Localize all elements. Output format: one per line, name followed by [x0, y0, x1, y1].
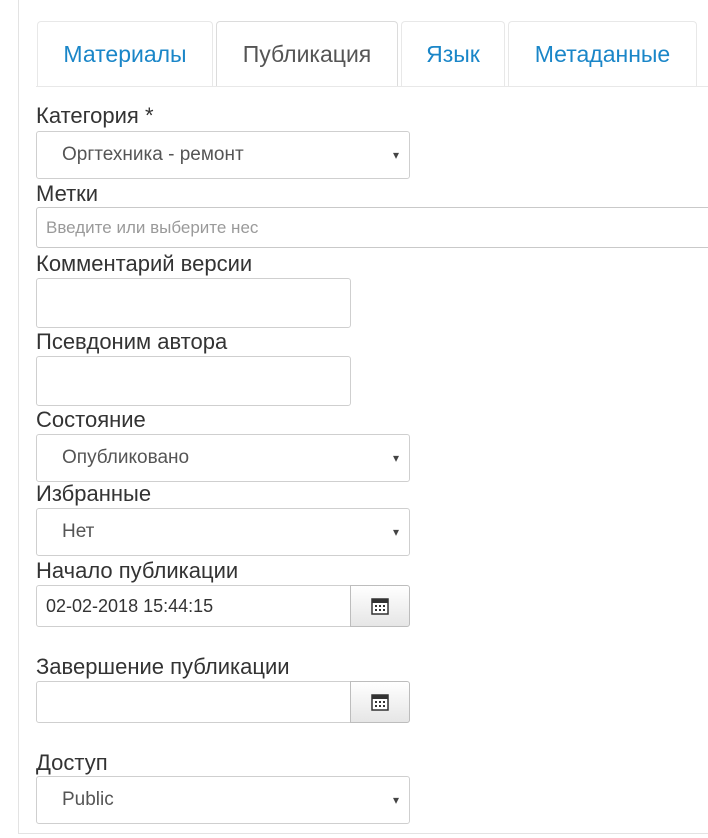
featured-value: Нет: [62, 521, 95, 542]
tab-divider: [36, 86, 708, 87]
author-alias-label: Псевдоним автора: [36, 329, 228, 354]
state-value: Опубликовано: [62, 447, 190, 468]
publish-down-calendar-button[interactable]: [350, 681, 410, 723]
publish-down-input[interactable]: [36, 681, 351, 723]
chevron-down-icon: ▾: [392, 451, 399, 465]
calendar-icon: [371, 598, 389, 615]
category-value: Оргтехника - ремонт: [62, 144, 244, 165]
tags-field[interactable]: [36, 207, 708, 248]
tab-materials[interactable]: Материалы: [37, 21, 213, 87]
category-label: Категория *: [36, 103, 154, 128]
tab-label: Язык: [426, 41, 480, 67]
tab-publishing[interactable]: Публикация: [216, 21, 398, 87]
chevron-down-icon: ▾: [392, 525, 399, 539]
publish-up-label: Начало публикации: [36, 558, 239, 583]
state-label: Состояние: [36, 407, 146, 432]
tab-label: Материалы: [63, 41, 187, 67]
version-note-input[interactable]: [36, 278, 351, 328]
version-note-label: Комментарий версии: [36, 251, 253, 276]
publish-up-value: 02-02-2018 15:44:15: [46, 595, 214, 616]
tags-label: Метки: [36, 181, 99, 206]
publish-up-input[interactable]: 02-02-2018 15:44:15: [36, 585, 351, 627]
access-value: Public: [62, 789, 114, 810]
tab-label: Метаданные: [534, 41, 671, 67]
tab-label: Публикация: [242, 41, 372, 67]
author-alias-input[interactable]: [36, 356, 351, 406]
featured-select[interactable]: Нет ▾: [36, 508, 410, 556]
publish-down-label: Завершение публикации: [36, 654, 290, 679]
publish-up-calendar-button[interactable]: [350, 585, 410, 627]
chevron-down-icon: ▾: [392, 793, 399, 807]
category-select[interactable]: Оргтехника - ремонт ▾: [36, 131, 410, 179]
access-label: Доступ: [36, 750, 108, 775]
state-select[interactable]: Опубликовано ▾: [36, 434, 410, 482]
featured-label: Избранные: [36, 481, 152, 506]
tab-language[interactable]: Язык: [401, 21, 505, 87]
chevron-down-icon: ▾: [392, 148, 399, 162]
tags-input[interactable]: [46, 217, 306, 238]
access-select[interactable]: Public ▾: [36, 776, 410, 824]
tab-metadata[interactable]: Метаданные: [508, 21, 697, 87]
calendar-icon: [371, 694, 389, 711]
